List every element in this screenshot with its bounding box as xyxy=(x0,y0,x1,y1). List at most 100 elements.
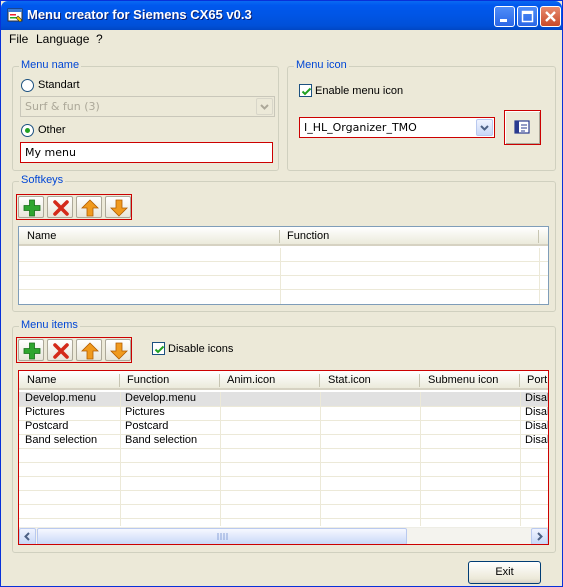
table-cell-name[interactable]: Pictures xyxy=(25,406,117,418)
column-header-function[interactable]: Function xyxy=(127,374,217,386)
other-radio[interactable] xyxy=(21,124,34,137)
standart-menu-select[interactable]: Surf & fun (3) xyxy=(20,96,275,117)
column-separator[interactable] xyxy=(119,374,120,387)
menu-items-table[interactable]: Name Function Anim.icon Stat.icon Submen… xyxy=(18,370,549,545)
grid-line xyxy=(420,392,421,526)
column-header-anim-icon[interactable]: Anim.icon xyxy=(227,374,317,386)
grid-line xyxy=(19,518,548,519)
delete-item-button[interactable] xyxy=(47,339,73,361)
disable-icons-label[interactable]: Disable icons xyxy=(168,343,233,355)
scroll-thumb[interactable] xyxy=(37,528,407,544)
minimize-icon xyxy=(500,19,507,22)
move-up-softkey-button[interactable] xyxy=(76,196,102,218)
menu-icon-legend: Menu icon xyxy=(294,59,349,71)
menu-items-group: Menu items Disable icons Name Function A… xyxy=(12,319,556,553)
chevron-down-icon xyxy=(480,125,489,131)
menu-icon-preview xyxy=(504,110,541,145)
menu-help[interactable]: ? xyxy=(96,32,103,46)
enable-menu-icon-checkbox[interactable] xyxy=(299,84,312,97)
enable-menu-icon-label[interactable]: Enable menu icon xyxy=(315,85,403,97)
column-header-name[interactable]: Name xyxy=(27,230,267,242)
column-separator[interactable] xyxy=(419,374,420,387)
horizontal-scrollbar[interactable] xyxy=(19,527,548,544)
standart-menu-value: Surf & fun (3) xyxy=(25,100,100,113)
column-header-stat-icon[interactable]: Stat.icon xyxy=(328,374,418,386)
standart-radio[interactable] xyxy=(21,79,34,92)
move-down-softkey-button[interactable] xyxy=(105,196,131,218)
grid-line xyxy=(120,392,121,526)
close-icon xyxy=(545,11,556,22)
checkmark-icon xyxy=(301,87,312,96)
maximize-icon xyxy=(521,10,534,23)
table-cell-port[interactable]: Disal xyxy=(525,434,548,446)
table-cell-function[interactable]: Pictures xyxy=(125,406,217,418)
arrow-down-icon xyxy=(110,199,128,217)
grid-line xyxy=(520,392,521,526)
menu-bar: File Language ? xyxy=(1,30,562,49)
column-separator[interactable] xyxy=(279,230,280,243)
column-separator[interactable] xyxy=(538,230,539,243)
dropdown-button[interactable] xyxy=(476,119,493,136)
app-window: Menu creator for Siemens CX65 v0.3 File … xyxy=(0,0,563,587)
exit-button[interactable]: Exit xyxy=(468,561,541,584)
softkeys-legend: Softkeys xyxy=(19,174,66,186)
delete-softkey-button[interactable] xyxy=(47,196,73,218)
dropdown-button[interactable] xyxy=(256,98,273,115)
column-header-submenu-icon[interactable]: Submenu icon xyxy=(428,374,518,386)
grid-line xyxy=(280,248,281,304)
grid-line xyxy=(19,504,548,505)
title-bar[interactable]: Menu creator for Siemens CX65 v0.3 xyxy=(1,1,562,30)
menu-name-input[interactable] xyxy=(20,142,273,163)
table-cell-port[interactable]: Disal xyxy=(525,392,548,404)
move-up-item-button[interactable] xyxy=(76,339,102,361)
disable-icons-checkbox[interactable] xyxy=(152,342,165,355)
column-header-name[interactable]: Name xyxy=(27,374,117,386)
minimize-button[interactable] xyxy=(494,6,515,27)
app-icon xyxy=(7,7,23,23)
scroll-left-button[interactable] xyxy=(19,528,36,544)
menu-items-header: Name Function Anim.icon Stat.icon Submen… xyxy=(19,371,548,390)
table-cell-function[interactable]: Postcard xyxy=(125,420,217,432)
column-separator[interactable] xyxy=(219,374,220,387)
grid-line xyxy=(19,448,548,449)
add-item-button[interactable] xyxy=(18,339,44,361)
column-separator[interactable] xyxy=(519,374,520,387)
arrow-up-icon xyxy=(81,199,99,217)
move-down-item-button[interactable] xyxy=(105,339,131,361)
menu-icon-select[interactable]: I_HL_Organizer_TMO xyxy=(299,117,495,138)
table-cell-port[interactable]: Disal xyxy=(525,406,548,418)
close-button[interactable] xyxy=(540,6,561,27)
grid-line xyxy=(220,392,221,526)
table-cell-function[interactable]: Band selection xyxy=(125,434,217,446)
standart-label[interactable]: Standart xyxy=(38,79,80,91)
menu-language[interactable]: Language xyxy=(36,32,89,46)
column-header-function[interactable]: Function xyxy=(287,230,527,242)
column-header-port[interactable]: Port xyxy=(527,374,548,386)
delete-icon xyxy=(53,343,69,359)
column-separator[interactable] xyxy=(319,374,320,387)
grid-line xyxy=(19,261,548,262)
other-label[interactable]: Other xyxy=(38,124,66,136)
menu-name-field[interactable] xyxy=(21,143,272,162)
window-title: Menu creator for Siemens CX65 v0.3 xyxy=(27,7,252,22)
softkeys-toolbar xyxy=(16,194,132,220)
grid-line xyxy=(19,462,548,463)
menu-icon-group: Menu icon Enable menu icon I_HL_Organize… xyxy=(287,59,556,171)
delete-icon xyxy=(53,200,69,216)
add-softkey-button[interactable] xyxy=(18,196,44,218)
table-cell-function[interactable]: Develop.menu xyxy=(125,392,217,404)
grid-line xyxy=(19,289,548,290)
menu-file[interactable]: File xyxy=(9,32,28,46)
grid-line xyxy=(19,476,548,477)
table-cell-name[interactable]: Develop.menu xyxy=(25,392,117,404)
scroll-right-button[interactable] xyxy=(531,528,548,544)
table-cell-name[interactable]: Band selection xyxy=(25,434,117,446)
table-cell-name[interactable]: Postcard xyxy=(25,420,117,432)
table-cell-port[interactable]: Disal xyxy=(525,420,548,432)
softkeys-table[interactable]: Name Function xyxy=(18,226,549,305)
menu-name-legend: Menu name xyxy=(19,59,82,71)
maximize-button[interactable] xyxy=(517,6,538,27)
softkeys-group: Softkeys Name Function xyxy=(12,174,556,312)
chevron-left-icon xyxy=(24,532,30,541)
chevron-right-icon xyxy=(537,532,543,541)
